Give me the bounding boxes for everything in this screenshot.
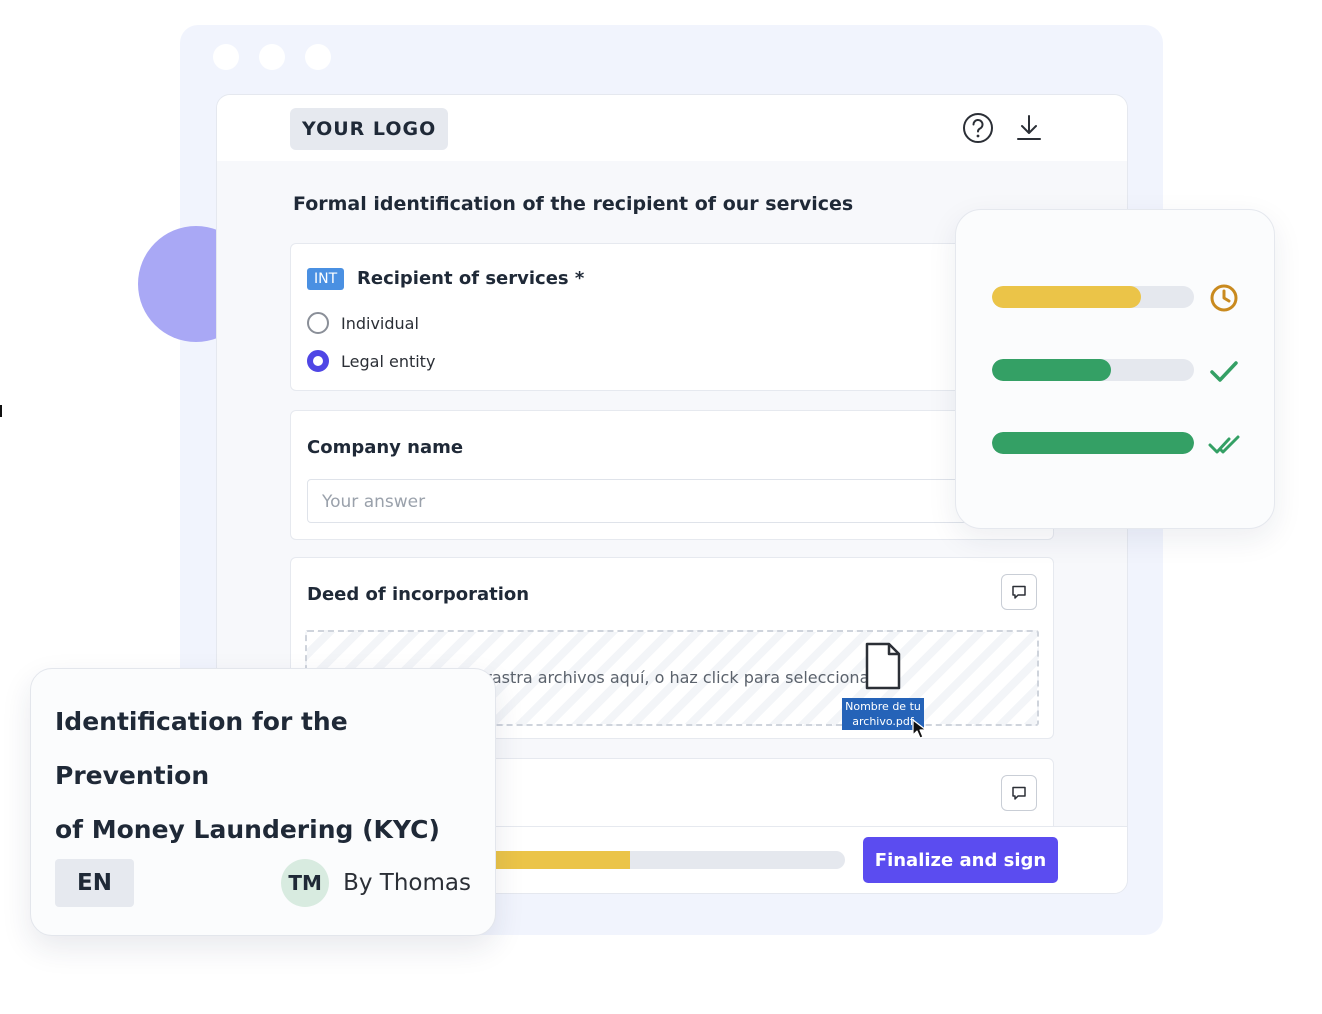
avatar: TM — [281, 859, 330, 907]
double-check-icon — [1208, 435, 1240, 454]
download-icon[interactable] — [1012, 111, 1046, 145]
status-row — [992, 428, 1242, 458]
status-progress-track — [992, 286, 1194, 308]
question-recipient: INT Recipient of services * Individual L… — [290, 243, 1054, 391]
logo: YOUR LOGO — [290, 108, 449, 150]
author-name: By Thomas — [343, 870, 471, 896]
kyc-card: Identification for the Prevention of Mon… — [30, 668, 496, 936]
finalize-sign-button[interactable]: Finalize and sign — [863, 837, 1058, 883]
int-badge: INT — [307, 268, 345, 290]
question-label: Recipient of services * — [357, 268, 585, 289]
company-name-input[interactable]: Your answer — [307, 479, 1039, 523]
comment-icon — [1012, 786, 1026, 800]
cursor-icon — [912, 719, 927, 739]
question-label: Company name — [307, 437, 464, 458]
question-company-name: Company name Your answer — [290, 410, 1054, 540]
status-progress-track — [992, 359, 1194, 381]
window-dot — [213, 44, 239, 70]
radio-label: Legal entity — [341, 351, 436, 371]
decorative-mark — [0, 405, 2, 417]
form-progress-bar — [487, 851, 845, 869]
app-header: YOUR LOGO — [217, 95, 1127, 161]
language-badge[interactable]: EN — [55, 859, 134, 907]
kyc-title-line: of Money Laundering (KYC) — [55, 815, 440, 844]
comment-icon — [1012, 585, 1026, 599]
question-label: Deed of incorporation — [307, 584, 530, 605]
kyc-title-line: Identification for the Prevention — [55, 707, 348, 790]
file-icon — [865, 642, 901, 690]
radio-button[interactable] — [307, 312, 329, 334]
comment-button[interactable] — [1001, 775, 1037, 811]
clock-icon — [1210, 284, 1238, 312]
radio-label: Individual — [341, 313, 419, 333]
author: TM By Thomas — [281, 859, 471, 907]
window-controls — [213, 44, 331, 70]
file-name-line: Nombre de tu — [845, 700, 921, 713]
window-dot — [259, 44, 285, 70]
status-row — [992, 282, 1242, 312]
question-circle-icon[interactable] — [961, 111, 995, 145]
form-progress-fill — [487, 851, 631, 869]
kyc-title: Identification for the Prevention of Mon… — [55, 695, 485, 857]
check-icon — [1210, 361, 1238, 382]
status-progress-fill — [992, 432, 1194, 454]
radio-button-checked[interactable] — [307, 350, 329, 372]
status-progress-fill — [992, 286, 1142, 308]
comment-button[interactable] — [1001, 574, 1037, 610]
radio-option-individual[interactable]: Individual — [307, 312, 419, 334]
status-progress-track — [992, 432, 1194, 454]
section-title: Formal identification of the recipient o… — [293, 193, 854, 215]
status-card — [955, 209, 1275, 529]
window-dot — [305, 44, 331, 70]
status-row — [992, 355, 1242, 385]
radio-option-legal-entity[interactable]: Legal entity — [307, 350, 435, 372]
status-progress-fill — [992, 359, 1112, 381]
